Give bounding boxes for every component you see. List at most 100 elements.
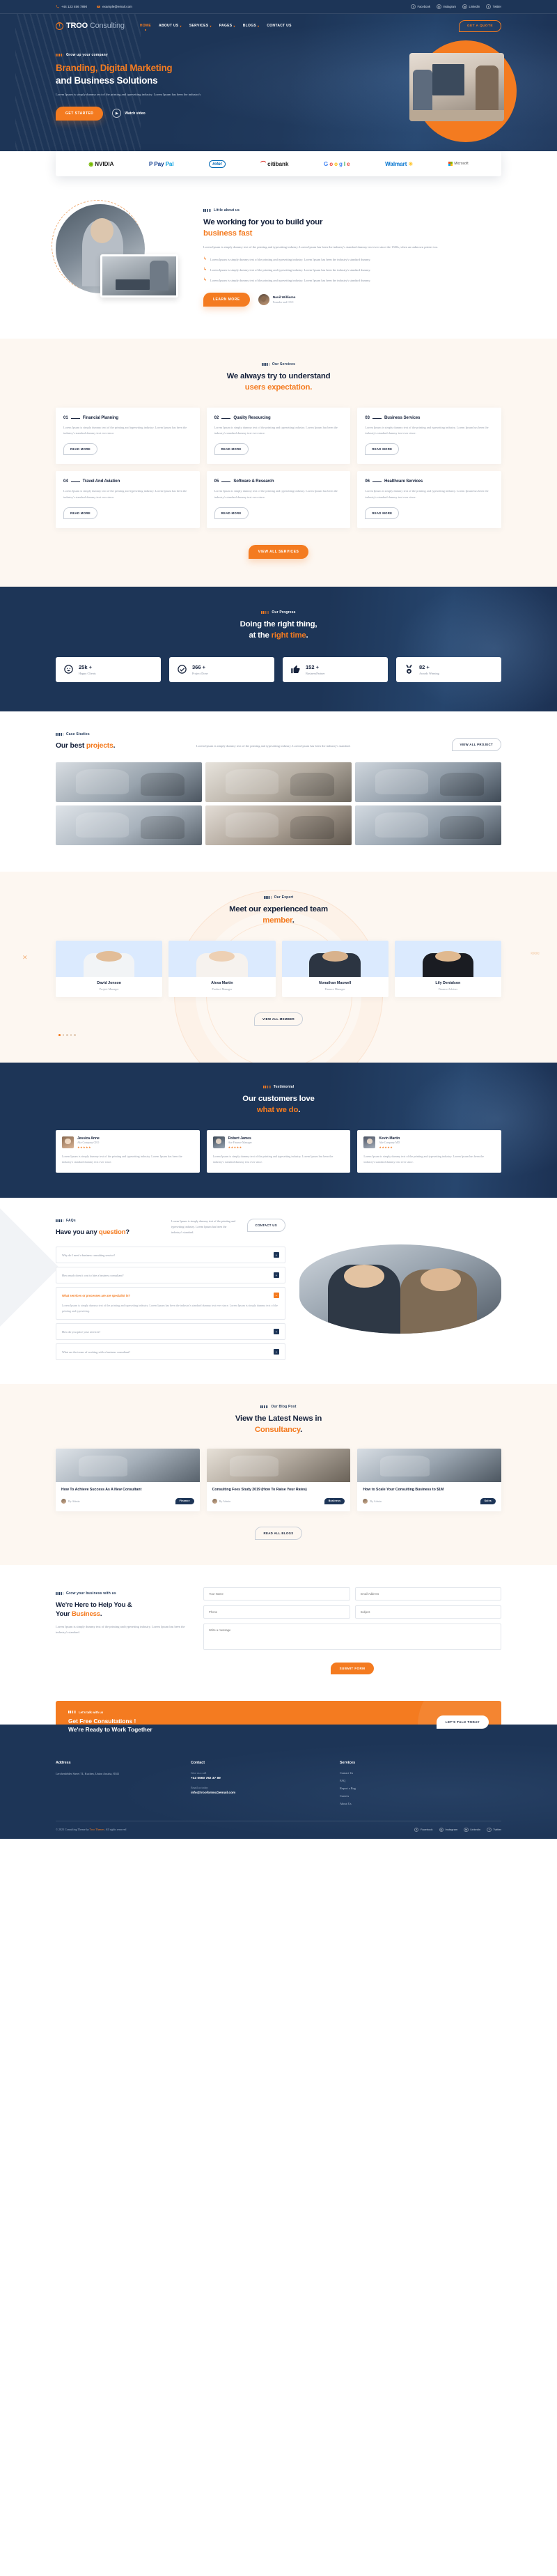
- progress-title-line2-orange: right time: [271, 631, 306, 640]
- nav-item-home[interactable]: HOME: [140, 24, 151, 28]
- blog-tag[interactable]: Business: [324, 1497, 345, 1504]
- nav-item-about[interactable]: ABOUT US ▾: [159, 24, 182, 28]
- cta-heading: Get Free Consultations ! We're Ready to …: [68, 1718, 425, 1734]
- blog-tag[interactable]: Sales: [480, 1497, 496, 1504]
- cta-text: Let's talk with us Get Free Consultation…: [68, 1711, 425, 1734]
- watch-video-link[interactable]: ▶ Watch video: [112, 109, 146, 118]
- blog-card[interactable]: How to Scale Your Consulting Business to…: [357, 1449, 501, 1511]
- faq-item[interactable]: How do you price your services? +: [56, 1323, 285, 1341]
- team-member-card[interactable]: Alexa Martin Product Manager: [168, 941, 276, 998]
- faq-item[interactable]: How much does it cost to hire a business…: [56, 1267, 285, 1284]
- read-more-button[interactable]: READ MORE: [63, 443, 97, 456]
- social-facebook[interactable]: f Facebook: [411, 4, 430, 9]
- nav-item-pages[interactable]: PAGES ▾: [219, 24, 235, 28]
- get-a-quote-button[interactable]: GET A QUOTE: [458, 20, 501, 32]
- about-ceo: Navil Williams Founder and CEO: [258, 294, 295, 306]
- carousel-dot[interactable]: [58, 1034, 61, 1036]
- footer-email-link[interactable]: info@trooforms@email.com: [191, 1791, 323, 1795]
- team-member-card[interactable]: Lily Denialson Finance Adviser: [394, 941, 501, 998]
- faq-eyebrow: FAQs: [56, 1219, 160, 1223]
- blog-author-name: By Admin: [219, 1499, 231, 1503]
- view-all-services-button[interactable]: VIEW ALL SERVICES: [248, 544, 309, 559]
- project-thumbnail[interactable]: [355, 805, 501, 846]
- blog-tag[interactable]: Finance: [175, 1497, 194, 1504]
- name-field[interactable]: [203, 1587, 350, 1601]
- get-started-button[interactable]: GET STARTED: [56, 106, 104, 121]
- read-more-button[interactable]: READ MORE: [63, 507, 97, 519]
- social-twitter[interactable]: t Twitter: [486, 4, 501, 9]
- plus-icon[interactable]: +: [274, 1349, 279, 1355]
- project-thumbnail[interactable]: [205, 762, 352, 803]
- blog-card[interactable]: How To Achieve Success As A New Consulta…: [56, 1449, 200, 1511]
- stat-label: Awards Winning: [419, 671, 439, 675]
- service-card[interactable]: 01 Financial Planning Lorem Ipsum is simp…: [56, 408, 200, 465]
- footer-link-about-us[interactable]: About Us: [340, 1802, 416, 1805]
- social-linkedin[interactable]: in Linkedin: [462, 4, 480, 9]
- carousel-dot[interactable]: [70, 1034, 72, 1036]
- footer-social-facebook[interactable]: f Facebook: [414, 1827, 433, 1833]
- service-card[interactable]: 03 Business Services Lorem Ipsum is simpl…: [357, 408, 501, 465]
- message-field[interactable]: [203, 1623, 501, 1650]
- carousel-dot[interactable]: [62, 1034, 65, 1036]
- footer-phone-link[interactable]: +43 0660 782 37 89: [191, 1777, 323, 1780]
- testimonial-section: Testimonial Our customers love what we d…: [0, 1062, 557, 1198]
- plus-icon[interactable]: +: [274, 1272, 279, 1279]
- footer-link-report-bug[interactable]: Report a Bug: [340, 1787, 416, 1790]
- team-member-name: David Jonson: [97, 981, 121, 986]
- email-field[interactable]: [354, 1587, 501, 1601]
- site-logo[interactable]: T TROO Consulting: [56, 22, 125, 30]
- topbar-email[interactable]: example@email.com: [97, 5, 132, 8]
- service-card[interactable]: 05 Software & Research Lorem Ipsum is sim…: [206, 471, 351, 528]
- read-more-button[interactable]: READ MORE: [365, 507, 400, 519]
- service-card[interactable]: 04 Travel And Aviation Lorem Ipsum is sim…: [56, 471, 200, 528]
- topbar-phone[interactable]: +44 123 456 7890: [56, 5, 87, 8]
- service-card[interactable]: 02 Quality Resourcing Lorem Ipsum is simp…: [206, 408, 351, 465]
- subject-field[interactable]: [354, 1605, 501, 1619]
- blog-card[interactable]: Consulting Fees Study 2019 (How To Raise…: [206, 1449, 351, 1511]
- read-all-blogs-button[interactable]: READ ALL BLOGS: [254, 1526, 303, 1540]
- learn-more-button[interactable]: LEARN MORE: [203, 293, 250, 307]
- carousel-dot[interactable]: [74, 1034, 76, 1036]
- footer-social-twitter[interactable]: t Twitter: [487, 1827, 501, 1833]
- nav-item-blogs[interactable]: BLOGS ▾: [243, 24, 260, 28]
- faq-item[interactable]: Why do I need a business consulting serv…: [56, 1247, 285, 1264]
- plus-icon[interactable]: +: [274, 1329, 279, 1335]
- footer-link-careers[interactable]: Careers: [340, 1794, 416, 1798]
- view-all-members-button[interactable]: VIEW ALL MEMBER: [254, 1012, 303, 1026]
- footer-social-instagram[interactable]: ◎ Instagram: [439, 1827, 457, 1833]
- footer-link-faq[interactable]: FAQ: [340, 1779, 416, 1782]
- read-more-button[interactable]: READ MORE: [365, 443, 400, 456]
- project-thumbnail[interactable]: [205, 805, 352, 846]
- faq-eyebrow-text: FAQs: [66, 1218, 76, 1223]
- logo-citibank-text: citibank: [267, 160, 289, 167]
- service-card[interactable]: 06 Healthcare Services Lorem Ipsum is sim…: [357, 471, 501, 528]
- smiley-icon: [63, 664, 74, 674]
- phone-field[interactable]: [203, 1605, 350, 1619]
- faq-item-expanded[interactable]: What services or processes are are speci…: [56, 1287, 285, 1320]
- faq-paragraph: Lorem Ipsum is simply dummy text of the …: [171, 1219, 236, 1235]
- nav-item-contact[interactable]: CONTACT US: [267, 24, 291, 28]
- view-all-projects-button[interactable]: VIEW ALL PROJECT: [451, 738, 501, 752]
- footer-link-contact-us[interactable]: Contact Us: [340, 1771, 416, 1775]
- footer-social-linkedin[interactable]: in Linkedin: [464, 1827, 480, 1833]
- list-item: ↳ Lorem Ipsum is simply dummy text of the…: [203, 257, 501, 263]
- plus-icon[interactable]: +: [274, 1252, 279, 1258]
- faq-item[interactable]: What are the terms of working with a bus…: [56, 1343, 285, 1361]
- submit-form-button[interactable]: SUBMIT FORM: [330, 1662, 375, 1674]
- nav-item-services[interactable]: SERVICES ▾: [189, 24, 212, 28]
- social-instagram[interactable]: ◎ Instagram: [436, 4, 456, 9]
- team-eyebrow-text: Our Expert: [274, 895, 294, 900]
- lets-talk-today-button[interactable]: LET'S TALK TODAY: [436, 1715, 489, 1729]
- faq-contact-button[interactable]: CONTACT US: [246, 1218, 285, 1232]
- project-thumbnail[interactable]: [56, 805, 202, 846]
- contact-title-line2-orange: Business: [71, 1610, 100, 1619]
- read-more-button[interactable]: READ MORE: [214, 443, 249, 456]
- project-thumbnail[interactable]: [56, 762, 202, 803]
- team-member-card[interactable]: Nonathan Maxwell Finance Manager: [281, 941, 389, 998]
- project-thumbnail[interactable]: [355, 762, 501, 803]
- carousel-dot[interactable]: [66, 1034, 68, 1036]
- projects-eyebrow: Case Studies: [56, 732, 181, 736]
- read-more-button[interactable]: READ MORE: [214, 507, 249, 519]
- minus-icon[interactable]: −: [274, 1293, 279, 1299]
- team-member-card[interactable]: David Jonson Project Manager: [56, 941, 163, 998]
